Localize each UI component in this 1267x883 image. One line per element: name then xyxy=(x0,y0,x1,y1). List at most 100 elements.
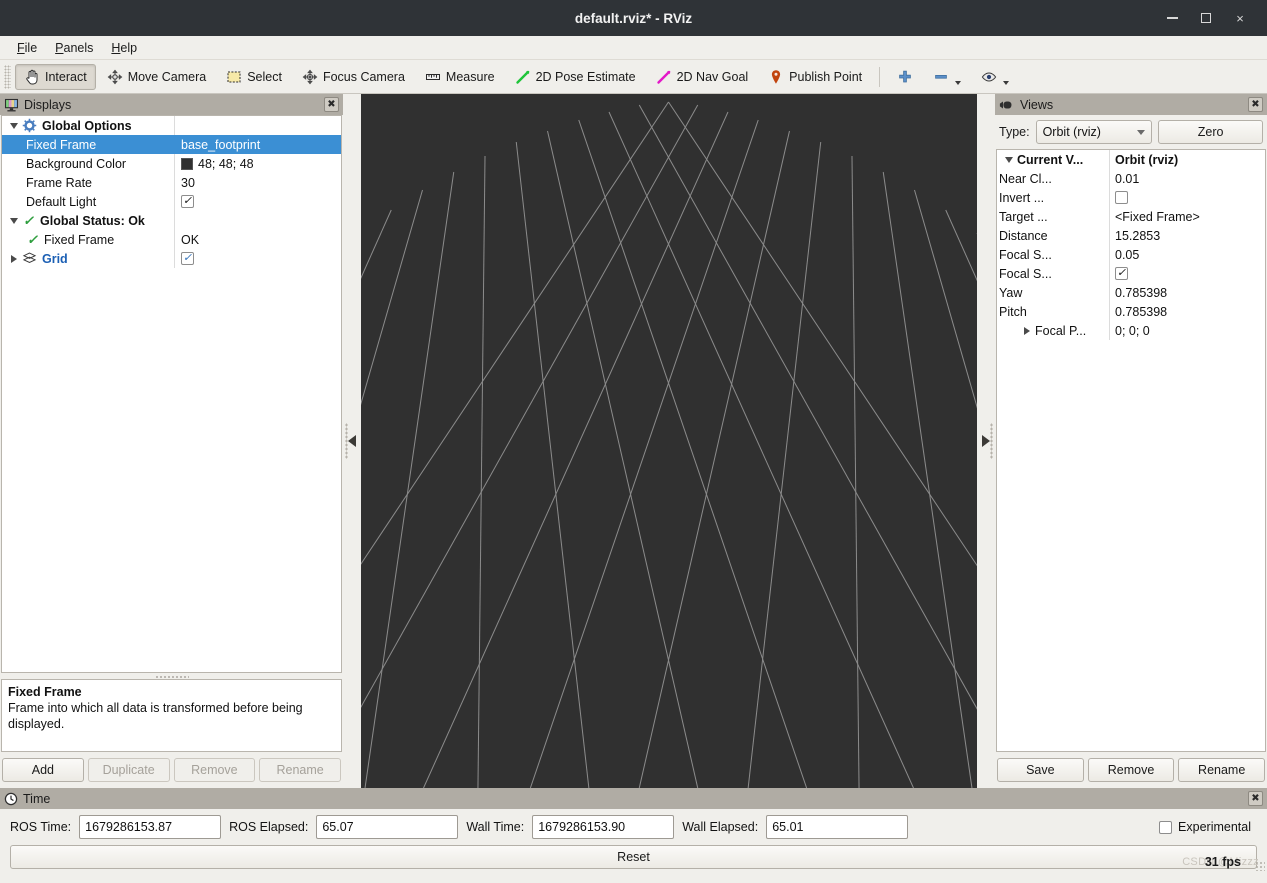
views-tree[interactable]: Current V... Orbit (rviz) Near Cl... 0.0… xyxy=(996,149,1266,752)
tree-label-fixed-frame: Fixed Frame xyxy=(26,137,97,152)
tool-publish-point[interactable]: Publish Point xyxy=(759,64,871,90)
tree-value-grid[interactable]: ✓ xyxy=(174,249,341,268)
focal-shape-fixed-checkbox[interactable]: ✓ xyxy=(1115,267,1128,280)
experimental-toggle[interactable]: Experimental xyxy=(1159,820,1257,834)
tree-label-frame-rate-wrap: Frame Rate xyxy=(2,173,174,192)
views-value-yaw[interactable]: 0.785398 xyxy=(1109,283,1265,302)
time-reset-row: Reset CSDN @Mizzz 31 fps xyxy=(0,841,1267,873)
views-row-current-view[interactable]: Current V... Orbit (rviz) xyxy=(997,150,1265,169)
duplicate-display-button: Duplicate xyxy=(87,758,170,782)
tool-interact[interactable]: Interact xyxy=(15,63,96,90)
tree-row-global-status[interactable]: ✓ Global Status: Ok xyxy=(2,211,341,230)
zoom-out-dropdown-caret[interactable] xyxy=(955,80,962,85)
maximize-button[interactable] xyxy=(1189,3,1223,33)
tree-row-fixed-frame[interactable]: Fixed Frame base_footprint xyxy=(2,135,341,154)
rename-view-button[interactable]: Rename xyxy=(1178,758,1266,782)
remove-view-button[interactable]: Remove xyxy=(1087,758,1175,782)
main-toolbar: Interact Move Camera Select Focus Camera… xyxy=(0,60,1267,94)
chevron-left-icon[interactable] xyxy=(348,435,356,447)
views-row-pitch[interactable]: Pitch 0.785398 xyxy=(997,302,1265,321)
wall-time-input[interactable]: 1679286153.90 xyxy=(532,815,675,839)
views-label-target-frame-wrap: Target ... xyxy=(997,207,1109,226)
window-resize-grip[interactable] xyxy=(1255,861,1265,871)
collapse-displays-handle[interactable] xyxy=(343,94,361,788)
visibility-button[interactable] xyxy=(972,64,1018,90)
menu-file[interactable]: File xyxy=(8,39,46,57)
views-value-focal-shape-size[interactable]: 0.05 xyxy=(1109,245,1265,264)
chevron-right-icon[interactable] xyxy=(982,435,990,447)
tool-2d-nav-goal[interactable]: 2D Nav Goal xyxy=(647,64,758,90)
displays-tree[interactable]: Global Options Fixed Frame base_footprin… xyxy=(1,115,342,673)
tree-value-frame-rate[interactable]: 30 xyxy=(174,173,341,192)
views-row-focal-shape-size[interactable]: Focal S... 0.05 xyxy=(997,245,1265,264)
default-light-checkbox[interactable]: ✓ xyxy=(181,195,194,208)
clock-icon xyxy=(4,792,18,805)
grid-render xyxy=(361,94,977,788)
pose-estimate-arrow-icon xyxy=(515,70,529,84)
save-view-button[interactable]: Save xyxy=(997,758,1084,782)
tool-measure[interactable]: Measure xyxy=(416,64,504,90)
tool-focus-camera[interactable]: Focus Camera xyxy=(293,64,414,90)
close-button[interactable]: × xyxy=(1223,3,1257,33)
views-row-invert-z[interactable]: Invert ... xyxy=(997,188,1265,207)
views-row-target-frame[interactable]: Target ... <Fixed Frame> xyxy=(997,207,1265,226)
tool-move-camera[interactable]: Move Camera xyxy=(98,64,216,90)
invert-z-checkbox[interactable] xyxy=(1115,191,1128,204)
tree-value-default-light[interactable]: ✓ xyxy=(174,192,341,211)
collapse-views-handle[interactable] xyxy=(977,94,995,788)
time-panel-close-button[interactable]: ✖ xyxy=(1248,791,1263,806)
views-value-pitch[interactable]: 0.785398 xyxy=(1109,302,1265,321)
tree-row-default-light[interactable]: Default Light ✓ xyxy=(2,192,341,211)
tool-2d-pose-estimate[interactable]: 2D Pose Estimate xyxy=(506,64,645,90)
zoom-in-button[interactable] xyxy=(888,64,922,90)
views-row-near-clip[interactable]: Near Cl... 0.01 xyxy=(997,169,1265,188)
displays-panel-close-button[interactable]: ✖ xyxy=(324,97,339,112)
views-value-target-frame[interactable]: <Fixed Frame> xyxy=(1109,207,1265,226)
views-row-focal-shape-fixed[interactable]: Focal S... ✓ xyxy=(997,264,1265,283)
tree-value-fixed-frame[interactable]: base_footprint xyxy=(174,135,341,154)
expander-right-icon[interactable] xyxy=(11,254,17,263)
grid-enabled-checkbox[interactable]: ✓ xyxy=(181,252,194,265)
views-row-yaw[interactable]: Yaw 0.785398 xyxy=(997,283,1265,302)
views-value-focal-point[interactable]: 0; 0; 0 xyxy=(1109,321,1265,340)
ros-elapsed-input[interactable]: 65.07 xyxy=(316,815,459,839)
view-type-select[interactable]: Orbit (rviz) xyxy=(1035,120,1153,144)
reset-time-button[interactable]: Reset xyxy=(10,845,1257,869)
toolbar-drag-handle[interactable] xyxy=(4,64,11,89)
ros-time-input[interactable]: 1679286153.87 xyxy=(79,815,222,839)
expander-down-icon[interactable] xyxy=(10,217,18,224)
views-label-focal-shape-size-wrap: Focal S... xyxy=(997,245,1109,264)
views-value-near-clip[interactable]: 0.01 xyxy=(1109,169,1265,188)
tree-row-background-color[interactable]: Background Color 48; 48; 48 xyxy=(2,154,341,173)
tool-2d-nav-goal-label: 2D Nav Goal xyxy=(676,69,749,84)
tree-row-global-options[interactable]: Global Options xyxy=(2,116,341,135)
menu-help[interactable]: Help xyxy=(102,39,146,57)
experimental-checkbox[interactable] xyxy=(1159,820,1173,834)
tree-value-background-color[interactable]: 48; 48; 48 xyxy=(174,154,341,173)
minimize-button[interactable] xyxy=(1155,3,1189,33)
expander-down-icon[interactable] xyxy=(1005,156,1013,163)
visibility-dropdown-caret[interactable] xyxy=(1003,80,1010,85)
menu-panels[interactable]: Panels xyxy=(46,39,102,57)
views-value-invert-z[interactable] xyxy=(1109,188,1265,207)
views-value-focal-shape-fixed[interactable]: ✓ xyxy=(1109,264,1265,283)
window-title: default.rviz* - RViz xyxy=(574,10,693,26)
tree-row-grid[interactable]: Grid ✓ xyxy=(2,249,341,268)
zoom-out-button[interactable] xyxy=(924,64,970,90)
expander-down-icon[interactable] xyxy=(10,122,18,129)
tree-row-status-fixed-frame[interactable]: ✓ Fixed Frame OK xyxy=(2,230,341,249)
views-panel-close-button[interactable]: ✖ xyxy=(1248,97,1263,112)
tree-row-frame-rate[interactable]: Frame Rate 30 xyxy=(2,173,341,192)
views-value-distance[interactable]: 15.2853 xyxy=(1109,226,1265,245)
render-viewport-3d[interactable] xyxy=(361,94,977,788)
tool-select[interactable]: Select xyxy=(217,64,291,90)
help-body: Frame into which all data is transformed… xyxy=(8,701,303,731)
views-row-focal-point[interactable]: Focal P... 0; 0; 0 xyxy=(997,321,1265,340)
expander-right-icon[interactable] xyxy=(1024,326,1030,335)
views-row-distance[interactable]: Distance 15.2853 xyxy=(997,226,1265,245)
add-display-button[interactable]: Add xyxy=(2,758,84,782)
tool-measure-label: Measure xyxy=(445,69,495,84)
zero-view-button[interactable]: Zero xyxy=(1158,120,1264,144)
wall-elapsed-input[interactable]: 65.01 xyxy=(766,815,909,839)
zoom-out-icon xyxy=(935,74,947,79)
